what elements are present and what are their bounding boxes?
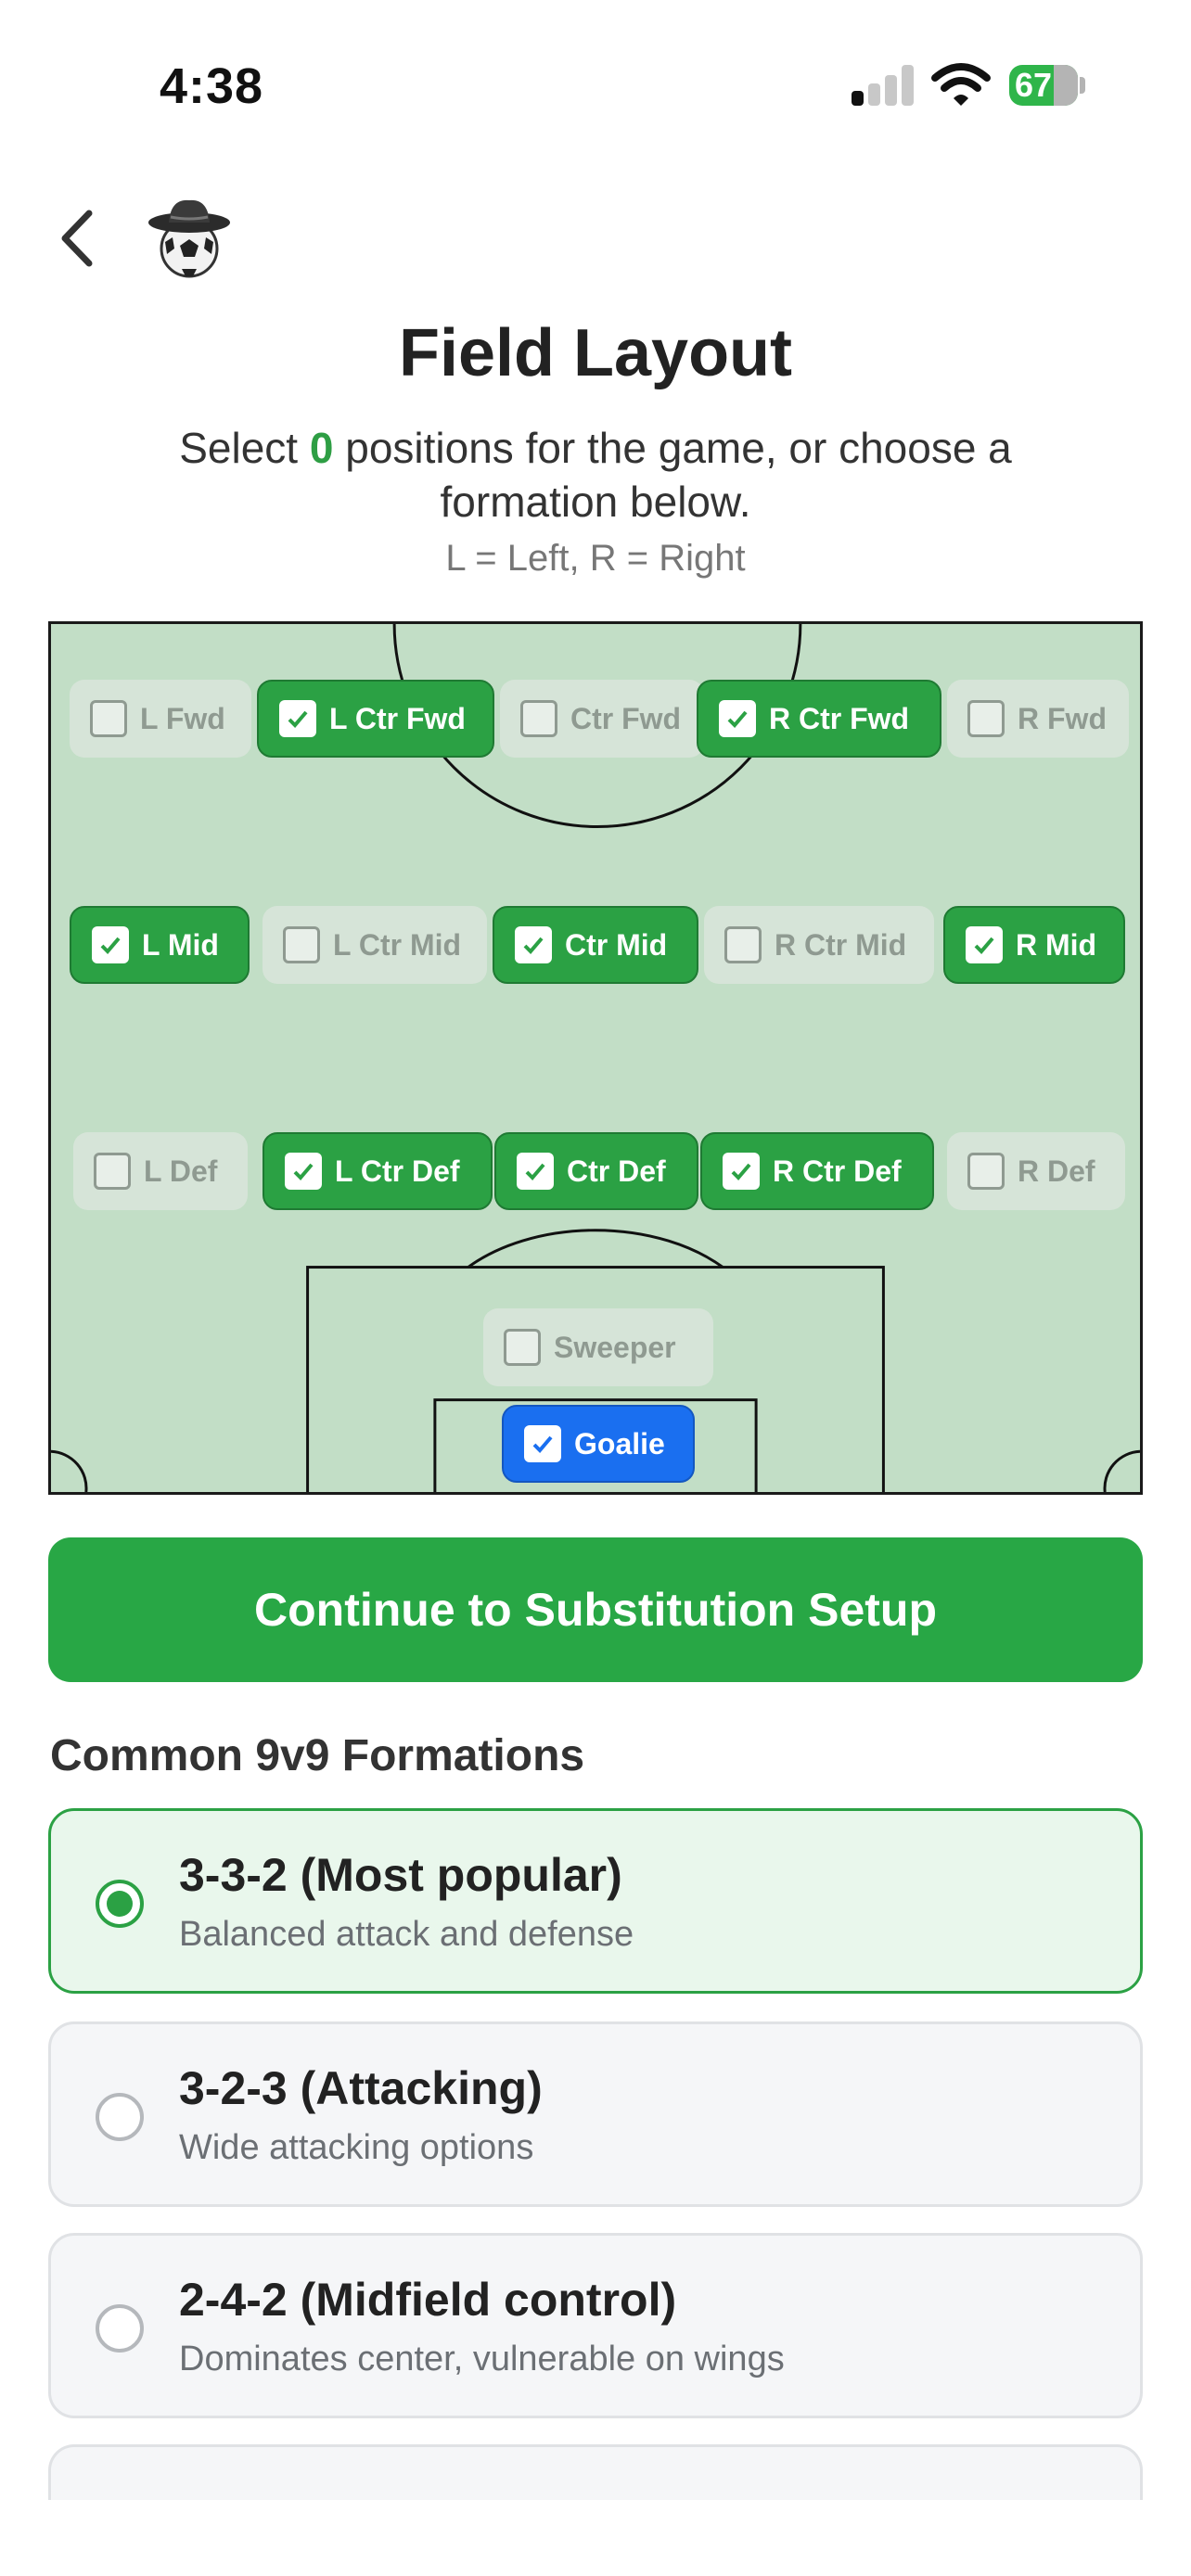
position-label: R Mid (1016, 927, 1097, 962)
checkbox (283, 926, 320, 963)
position-l-ctr-def[interactable]: L Ctr Def (263, 1132, 493, 1210)
checkbox (724, 926, 762, 963)
checkmark-icon (285, 1153, 322, 1190)
position-label: Ctr Def (567, 1154, 666, 1188)
soccer-ball-cowboy-hat-icon[interactable] (143, 191, 236, 284)
formation-option-3-3-2[interactable]: 3-3-2 (Most popular) Balanced attack and… (48, 1808, 1143, 1994)
instructions-text: Select 0 positions for the game, or choo… (111, 421, 1080, 529)
position-r-ctr-def[interactable]: R Ctr Def (700, 1132, 934, 1210)
checkmark-icon (719, 700, 756, 737)
checkbox (520, 700, 557, 737)
position-r-fwd[interactable]: R Fwd (947, 680, 1129, 758)
instructions-prefix: Select (179, 424, 299, 472)
position-label: Goalie (574, 1426, 665, 1460)
checkmark-icon (723, 1153, 760, 1190)
formation-name: 3-3-2 (Most popular) (179, 1849, 622, 1901)
position-label: Ctr Mid (565, 927, 668, 962)
position-l-fwd[interactable]: L Fwd (70, 680, 251, 758)
formation-description: Wide attacking options (179, 2128, 534, 2167)
checkmark-icon (92, 926, 129, 963)
position-ctr-def[interactable]: Ctr Def (494, 1132, 698, 1210)
chevron-left-icon[interactable] (54, 206, 100, 271)
abbreviation-legend: L = Left, R = Right (445, 538, 746, 579)
formation-description: Dominates center, vulnerable on wings (179, 2340, 785, 2378)
position-r-mid[interactable]: R Mid (943, 906, 1125, 984)
position-l-ctr-fwd[interactable]: L Ctr Fwd (257, 680, 494, 758)
position-label: Ctr Fwd (570, 701, 682, 735)
position-label: L Ctr Mid (333, 927, 462, 962)
position-label: Sweeper (554, 1330, 676, 1364)
position-r-ctr-mid[interactable]: R Ctr Mid (704, 906, 934, 984)
battery-level: 67 (1015, 66, 1053, 104)
soccer-field: L Fwd L Ctr Fwd Ctr Fwd R Ctr Fwd R Fwd … (48, 621, 1143, 1495)
checkmark-icon (524, 1425, 561, 1462)
checkbox (967, 1153, 1005, 1190)
position-label: L Mid (142, 927, 219, 962)
position-label: L Ctr Def (335, 1154, 460, 1188)
position-label: R Def (1018, 1154, 1095, 1188)
position-label: L Def (144, 1154, 218, 1188)
status-time: 4:38 (160, 58, 264, 114)
checkmark-icon (515, 926, 552, 963)
position-label: R Fwd (1018, 701, 1107, 735)
position-r-ctr-fwd[interactable]: R Ctr Fwd (697, 680, 941, 758)
positions-count: 0 (309, 424, 334, 472)
checkbox (90, 700, 127, 737)
position-label: R Ctr Def (773, 1154, 902, 1188)
position-label: R Ctr Mid (775, 927, 907, 962)
checkbox (967, 700, 1005, 737)
position-ctr-mid[interactable]: Ctr Mid (493, 906, 698, 984)
formations-heading: Common 9v9 Formations (50, 1731, 585, 1780)
radio-unselected[interactable] (96, 2304, 144, 2353)
position-l-mid[interactable]: L Mid (70, 906, 250, 984)
radio-unselected[interactable] (96, 2093, 144, 2141)
position-l-def[interactable]: L Def (73, 1132, 248, 1210)
position-r-def[interactable]: R Def (947, 1132, 1125, 1210)
checkmark-icon (517, 1153, 554, 1190)
battery-icon: 67 (1009, 65, 1078, 106)
checkmark-icon (279, 700, 316, 737)
formation-option-3-2-3[interactable]: 3-2-3 (Attacking) Wide attacking options (48, 2021, 1143, 2207)
formation-name: 2-4-2 (Midfield control) (179, 2274, 677, 2326)
formation-option-partial[interactable] (48, 2444, 1143, 2500)
position-label: R Ctr Fwd (769, 701, 910, 735)
position-ctr-fwd[interactable]: Ctr Fwd (500, 680, 704, 758)
position-sweeper[interactable]: Sweeper (483, 1308, 713, 1386)
position-goalie[interactable]: Goalie (502, 1405, 695, 1483)
checkbox (504, 1329, 541, 1366)
position-l-ctr-mid[interactable]: L Ctr Mid (263, 906, 487, 984)
formation-option-2-4-2[interactable]: 2-4-2 (Midfield control) Dominates cente… (48, 2233, 1143, 2418)
battery-cap (1080, 77, 1085, 94)
checkbox (94, 1153, 131, 1190)
page-title: Field Layout (398, 316, 793, 390)
instructions-suffix: positions for the game, or choose a form… (345, 424, 1012, 526)
wifi-icon (931, 63, 991, 106)
continue-button[interactable]: Continue to Substitution Setup (48, 1537, 1143, 1682)
formation-description: Balanced attack and defense (179, 1915, 634, 1954)
checkmark-icon (966, 926, 1003, 963)
radio-selected[interactable] (96, 1880, 144, 1928)
cell-signal-icon (852, 65, 915, 106)
position-label: L Fwd (140, 701, 225, 735)
position-label: L Ctr Fwd (329, 701, 466, 735)
formation-name: 3-2-3 (Attacking) (179, 2062, 543, 2114)
